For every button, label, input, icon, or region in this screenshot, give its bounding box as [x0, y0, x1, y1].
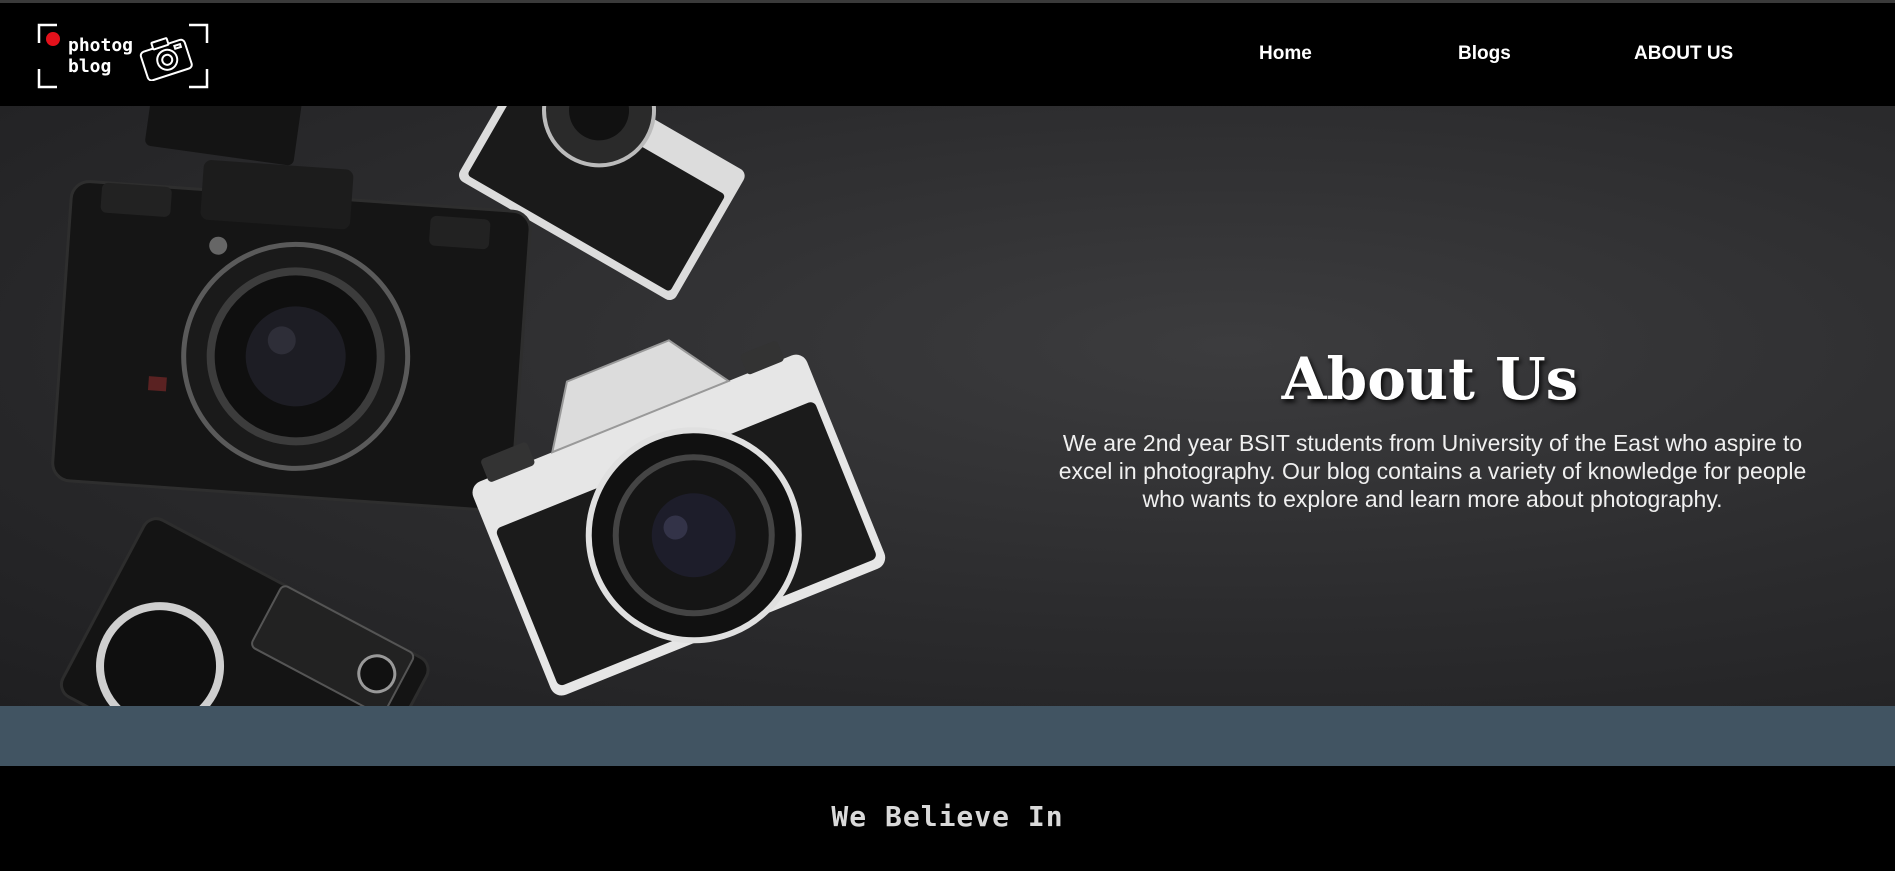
logo[interactable]: photog blog: [37, 23, 209, 89]
nav-about-us[interactable]: ABOUT US: [1634, 43, 1733, 65]
logo-text: photog blog: [68, 35, 133, 77]
camera-illustration-black: [51, 160, 532, 513]
hero-section: About Us We are 2nd year BSIT students f…: [0, 106, 1895, 706]
divider-band: [0, 706, 1895, 766]
logo-dot: [46, 32, 60, 46]
site-header: photog blog Home Blogs ABOUT US: [0, 3, 1895, 106]
camera-icon: [139, 37, 193, 81]
nav-blogs[interactable]: Blogs: [1458, 43, 1511, 65]
logo-line-1: photog: [68, 35, 134, 56]
camera-illustration-top-left: [145, 106, 305, 166]
we-believe-section: We Believe In: [0, 766, 1895, 871]
hero-cameras-image: [51, 106, 886, 706]
section-title: We Believe In: [831, 800, 1064, 833]
nav-home[interactable]: Home: [1259, 43, 1312, 65]
about-description: We are 2nd year BSIT students from Unive…: [1058, 430, 1807, 512]
logo-line-2: blog: [68, 56, 112, 77]
camera-illustration-bottom-left: [59, 517, 430, 706]
page-title: About Us: [1281, 344, 1579, 413]
